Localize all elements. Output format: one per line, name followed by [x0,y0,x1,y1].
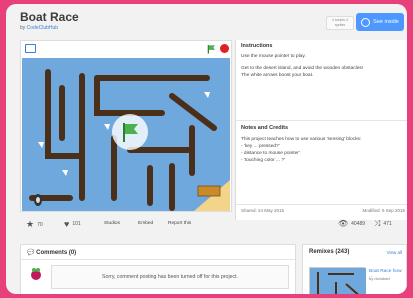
remix-icon: ⤨ [374,219,381,228]
remix-thumbnail-image [310,268,366,294]
embed-button[interactable]: Embed [138,221,153,226]
project-stats-bar: ★ 70 ♥ 101 Studios Embed Report this 👁 4… [20,216,407,234]
divider [236,120,407,121]
comments-title: Comments (0) [36,250,77,256]
instructions-line-3: The white arrows boost your boat. [241,73,314,78]
report-button[interactable]: Report this [168,221,191,226]
remixes-heading: Remixes (243) [309,249,350,255]
studios-button[interactable]: Studios [104,221,120,226]
remix-count: 471 [383,221,392,227]
remixes-section: Remixes (243) View all Boat Race how ...… [302,244,407,294]
divider [21,259,295,260]
remix-thumbnail[interactable] [309,267,366,294]
notes-line-1: This project teaches how to use various … [241,137,362,142]
author-link[interactable]: CodeClubHub [27,25,58,31]
project-player [20,40,232,212]
green-flag-icon[interactable] [207,44,216,54]
stars-count: 70 [37,221,43,228]
modified-date: Modified: 6 Sep 2016 [362,208,405,213]
notes-line-3: - distance to mouse pointer' [241,151,300,156]
love-button[interactable]: ♥ 101 [64,219,81,229]
instructions-line-2: Get to the desert island, and avoid the … [241,66,364,71]
player-controls [21,41,231,57]
comments-heading: 💬 Comments (0) [27,249,76,256]
project-info-panel: Instructions Use the mouse pointer to pl… [235,40,407,220]
favorite-button[interactable]: ★ 70 [26,219,43,230]
fullscreen-icon[interactable] [25,44,36,53]
eye-icon: 👁 [338,219,349,228]
views-stat: 👁 40489 [338,219,365,228]
loves-count: 101 [72,221,81,227]
notes-line-4: - 'touching color ... ?' [241,158,285,163]
play-overlay-button[interactable] [112,114,148,150]
views-count: 40489 [351,220,366,227]
comments-disabled-notice: Sorry, comment posting has been turned o… [51,265,289,289]
project-page: Boat Race by CodeClubHub 4 scripts 4 spr… [6,4,407,294]
see-inside-icon [361,17,371,27]
comments-section: 💬 Comments (0) Sorry, comment posting ha… [20,244,296,294]
byline: by CodeClubHub [20,25,58,31]
stage-canvas[interactable] [22,58,230,211]
divider [236,204,407,205]
see-inside-button[interactable]: See inside [356,13,404,31]
remix-stat: ⤨ 471 [374,219,392,229]
notes-heading: Notes and Credits [241,125,289,131]
instructions-line-1: Use the mouse pointer to play. [241,54,306,59]
see-inside-label: See inside [373,19,399,25]
heart-icon: ♥ [64,219,70,229]
byline-prefix: by [20,25,26,31]
view-all-link[interactable]: View all [387,250,402,255]
project-title: Boat Race [20,10,79,24]
comment-icon: 💬 [27,250,35,256]
script-sprite-count: 4 scripts 4 sprites [326,16,354,30]
avatar [31,268,41,280]
play-flag-icon [123,123,138,142]
stop-icon[interactable] [220,44,229,53]
notes-line-2: - 'key ... pressed?' [241,144,280,149]
instructions-heading: Instructions [241,43,273,49]
remix-author: by rbclubart [369,276,390,281]
star-icon: ★ [26,219,35,229]
shared-date: Shared: 24 May 2015 [241,208,285,213]
